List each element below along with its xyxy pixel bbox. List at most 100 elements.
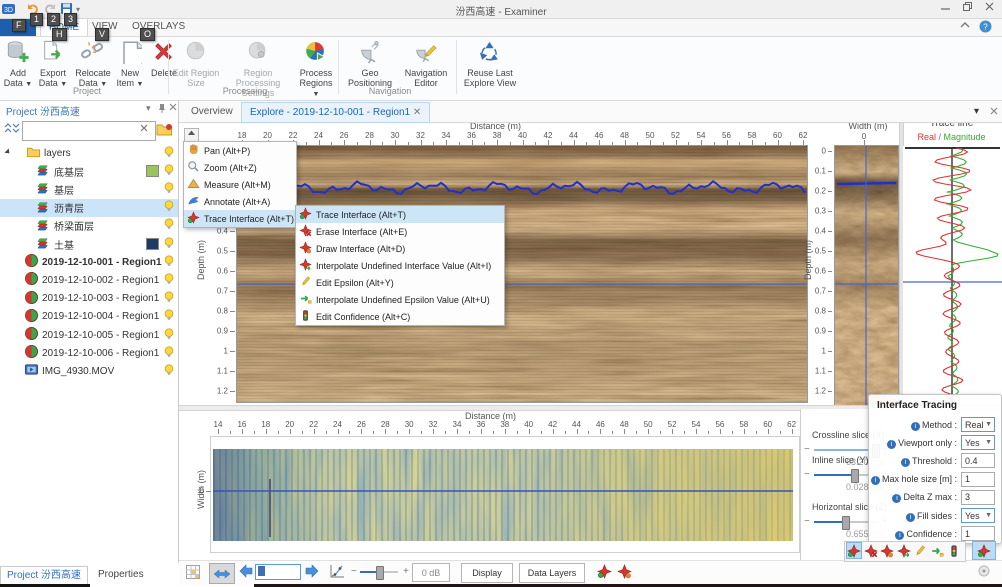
plan-heatmap[interactable] — [213, 449, 793, 541]
tool-draw-interface[interactable] — [879, 542, 895, 559]
color-swatch[interactable] — [146, 238, 159, 250]
submenu-item-erase-interface-alt+e-[interactable]: Erase Interface (Alt+E) — [296, 223, 504, 240]
visibility-bulb-icon[interactable] — [162, 163, 178, 180]
panel-pin-icon[interactable] — [158, 103, 166, 115]
ribbon-button-add-data[interactable]: AddData ▼ — [2, 38, 34, 96]
tree-item-土基[interactable]: 土基 — [0, 235, 178, 253]
trace-line-plot[interactable] — [903, 146, 1002, 407]
display-button[interactable]: Display — [461, 563, 513, 583]
tree-expander-icon[interactable] — [4, 148, 12, 159]
field-threshold[interactable]: 0.4 — [961, 453, 995, 468]
collapse-all-icon[interactable] — [4, 122, 12, 137]
search-clear-icon[interactable] — [140, 124, 148, 135]
menu-item-zoom-alt+z-[interactable]: Zoom (Alt+Z) — [184, 159, 296, 176]
tree-item-沥青层[interactable]: 沥青层 — [0, 199, 178, 217]
minimize-button[interactable] — [936, 2, 956, 16]
visibility-bulb-icon[interactable] — [162, 199, 178, 216]
tool-trace-interface[interactable] — [846, 542, 862, 559]
slider-minus-horizontal-slice-z-[interactable]: − — [804, 516, 810, 527]
submenu-item-draw-interface-alt+d-[interactable]: Draw Interface (Alt+D) — [296, 240, 504, 257]
field-fill-sides[interactable]: Yes▼ — [961, 508, 995, 523]
tab-overlays[interactable]: OVERLAYS — [124, 18, 193, 35]
ribbon-button-reuse-last-explore-view[interactable]: Reuse LastExplore View — [460, 38, 520, 96]
tool-interpolate-epsilon[interactable] — [929, 542, 945, 559]
doc-tab-explore[interactable]: Explore - 2019-12-10-001 - Region1 ✕ — [241, 102, 430, 123]
erase-interface-quick-icon[interactable] — [617, 564, 632, 582]
help-icon[interactable]: ? — [979, 20, 992, 36]
tool-erase-interface[interactable] — [863, 542, 879, 559]
panel-dropdown-icon[interactable]: ▾ — [146, 103, 151, 114]
tree-item-桥梁面层[interactable]: 桥梁面层 — [0, 217, 178, 235]
thumbnail-grid-icon[interactable] — [186, 565, 200, 582]
visibility-bulb-icon[interactable] — [162, 327, 178, 344]
dock-tab-project[interactable]: Project 汾西高速 — [0, 566, 88, 584]
field-method[interactable]: Real▼ — [961, 417, 995, 432]
axis-collapse-button[interactable] — [184, 128, 199, 142]
visibility-bulb-icon[interactable] — [162, 254, 178, 271]
doc-tab-overview[interactable]: Overview — [183, 102, 241, 121]
slider-handle-horizontal-slice-z-[interactable] — [842, 516, 850, 530]
tab-close-icon[interactable]: ✕ — [413, 107, 421, 118]
tree-item-基层[interactable]: 基层 — [0, 180, 178, 198]
visibility-bulb-icon[interactable] — [162, 145, 178, 162]
visibility-bulb-icon[interactable] — [162, 181, 178, 198]
gain-plus[interactable]: + — [403, 566, 409, 577]
tool-interpolate-interface[interactable] — [896, 542, 912, 559]
scroll-left-icon[interactable] — [239, 564, 253, 581]
menu-item-trace-interface-alt+t-[interactable]: Trace Interface (Alt+T) — [184, 210, 296, 227]
expand-all-icon[interactable] — [12, 122, 20, 137]
visibility-bulb-icon[interactable] — [162, 308, 178, 325]
submenu-item-interpolate-undefined-epsilon-value-alt+u-[interactable]: Interpolate Undefined Epsilon Value (Alt… — [296, 291, 504, 308]
submenu-item-edit-epsilon-alt+y-[interactable]: Edit Epsilon (Alt+Y) — [296, 274, 504, 291]
tree-item-2019-12-10-003---Region1[interactable]: 2019-12-10-003 - Region1 — [0, 290, 178, 308]
tree-item-2019-12-10-001---Region1[interactable]: 2019-12-10-001 - Region1 — [0, 253, 178, 271]
tabbar-close-icon[interactable] — [990, 107, 998, 118]
tree-item-底基层[interactable]: 底基层 — [0, 162, 178, 180]
field-delta-z-max[interactable]: 3 — [961, 490, 995, 505]
data-layers-button[interactable]: Data Layers — [519, 563, 585, 583]
slider-handle-inline-slice-y-[interactable] — [851, 469, 859, 483]
pan-mode-button[interactable] — [209, 563, 235, 584]
submenu-item-trace-interface-alt+t-[interactable]: Trace Interface (Alt+T) — [296, 206, 504, 223]
tabbar-dropdown-icon[interactable]: ▾ — [974, 106, 979, 117]
gain-slider-handle[interactable] — [376, 566, 384, 580]
gain-minus[interactable]: − — [351, 566, 357, 577]
restore-button[interactable] — [958, 2, 978, 16]
tool-edit-epsilon[interactable] — [912, 542, 928, 559]
menu-item-measure-alt+m-[interactable]: Measure (Alt+M) — [184, 176, 296, 193]
tree-item-2019-12-10-002---Region1[interactable]: 2019-12-10-002 - Region1 — [0, 271, 178, 289]
visibility-bulb-icon[interactable] — [162, 217, 178, 234]
tree-item-2019-12-10-006---Region1[interactable]: 2019-12-10-006 - Region1 — [0, 344, 178, 362]
gain-curve-icon[interactable] — [329, 564, 345, 582]
sync-grip-icon[interactable] — [978, 565, 990, 580]
tree-item-IMG_4930-MOV[interactable]: IMG_4930.MOV — [0, 362, 178, 380]
visibility-bulb-icon[interactable] — [162, 345, 178, 362]
trace-interface-quick-icon[interactable] — [597, 564, 612, 582]
ribbon-button-process-regions[interactable]: ProcessRegions ▼ — [296, 38, 336, 96]
visibility-bulb-icon[interactable] — [162, 290, 178, 307]
tool-edit-confidence[interactable] — [946, 542, 962, 559]
color-swatch[interactable] — [146, 165, 159, 177]
field-confidence[interactable]: 1 — [961, 526, 995, 541]
menu-item-annotate-alt+a-[interactable]: Annotate (Alt+A) — [184, 193, 296, 210]
field-max-hole-size-m[interactable]: 1 — [961, 472, 995, 487]
ribbon-collapse-icon[interactable] — [960, 22, 970, 33]
panel-close-icon[interactable] — [169, 103, 177, 113]
visibility-bulb-icon[interactable] — [162, 236, 178, 253]
tree-item-layers[interactable]: layers — [0, 144, 178, 162]
width-crossline-strip[interactable] — [834, 145, 899, 407]
search-folder-icon[interactable] — [156, 121, 173, 139]
submenu-item-interpolate-undefined-interface-value-alt+i-[interactable]: Interpolate Undefined Interface Value (A… — [296, 257, 504, 274]
close-button[interactable] — [980, 2, 1000, 16]
menu-item-pan-alt+p-[interactable]: Pan (Alt+P) — [184, 142, 296, 159]
submenu-item-edit-confidence-alt+c-[interactable]: Edit Confidence (Alt+C) — [296, 308, 504, 325]
slider-minus-crossline-slice-x-[interactable]: − — [804, 444, 810, 455]
slider-minus-inline-slice-y-[interactable]: − — [804, 469, 810, 480]
active-tool-trace-interface[interactable] — [972, 541, 996, 560]
scroll-range-thumb[interactable] — [258, 566, 265, 576]
dock-tab-properties[interactable]: Properties — [92, 566, 150, 583]
tree-item-2019-12-10-004---Region1[interactable]: 2019-12-10-004 - Region1 — [0, 308, 178, 326]
tree-item-2019-12-10-005---Region1[interactable]: 2019-12-10-005 - Region1 — [0, 326, 178, 344]
scroll-right-icon[interactable] — [305, 564, 319, 581]
visibility-bulb-icon[interactable] — [162, 363, 178, 380]
